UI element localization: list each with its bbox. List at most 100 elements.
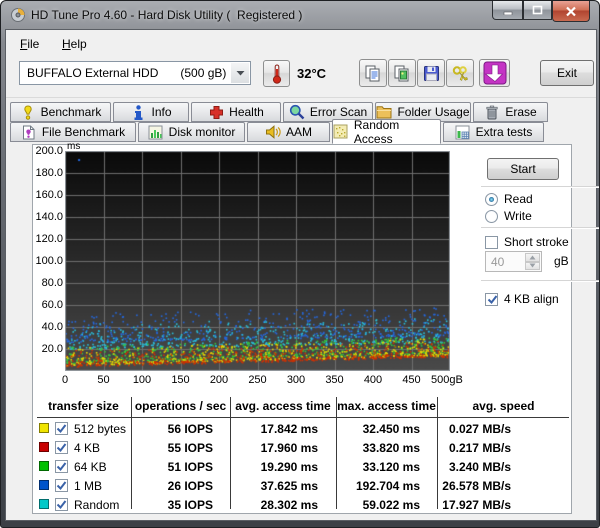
short-stroke-checkbox[interactable]: Short stroke [485, 235, 569, 249]
temperature-button[interactable] [263, 60, 290, 87]
y-tick-label: 40.0 [33, 321, 63, 333]
series-checkbox[interactable] [55, 422, 68, 438]
cell-avg-access: 28.302 ms [230, 498, 318, 512]
cell-avg-speed: 26.578 MB/s [437, 479, 511, 493]
x-tick-label: 450 [393, 374, 431, 386]
cell-avg-access: 37.625 ms [230, 479, 318, 493]
extra-tests-icon [455, 124, 471, 140]
cell-max-access: 192.704 ms [336, 479, 420, 493]
series-label: 4 KB [74, 441, 100, 455]
maximize-icon [532, 5, 543, 15]
spinner-up-button[interactable] [525, 253, 540, 262]
speaker-icon [265, 124, 281, 140]
series-label: 64 KB [74, 460, 107, 474]
tab-health[interactable]: Health [191, 102, 281, 122]
stroke-size-spinner[interactable]: 40 [485, 251, 542, 272]
tab-disk-monitor[interactable]: Disk monitor [138, 122, 245, 142]
cell-avg-access: 17.842 ms [230, 422, 318, 436]
series-checkbox[interactable] [55, 441, 68, 457]
series-label: Random [74, 498, 119, 512]
start-button[interactable]: Start [487, 158, 559, 180]
keys-button[interactable] [446, 59, 474, 87]
access-time-chart [65, 151, 450, 371]
keys-icon [451, 65, 470, 82]
short-stroke-label: Short stroke [504, 235, 569, 249]
tab-info[interactable]: Info [113, 102, 189, 122]
checkbox-unchecked-icon [485, 236, 498, 249]
series-checkbox[interactable] [55, 460, 68, 476]
health-cross-icon [208, 104, 224, 120]
divider [481, 280, 600, 282]
tab-erase[interactable]: Erase [473, 102, 548, 122]
y-tick-label: 160.0 [33, 189, 63, 201]
menu-help[interactable]: Help [56, 35, 93, 53]
series-checkbox[interactable] [55, 479, 68, 495]
align-label: 4 KB align [504, 292, 559, 306]
tab-label: Health [229, 105, 264, 119]
close-button[interactable] [552, 1, 590, 22]
cell-avg-speed: 3.240 MB/s [437, 460, 511, 474]
series-color-swatch [39, 480, 49, 490]
cell-operations: 56 IOPS [131, 422, 213, 436]
spinner-arrows [525, 253, 540, 270]
benchmark-icon [20, 104, 36, 120]
table-row: 512 bytes56 IOPS17.842 ms32.450 ms0.027 … [33, 420, 573, 439]
exit-label: Exit [557, 66, 577, 80]
spinner-down-button[interactable] [525, 262, 540, 271]
tab-label: Erase [505, 105, 536, 119]
y-tick-label: 140.0 [33, 211, 63, 223]
title-bar[interactable]: HD Tune Pro 4.60 - Hard Disk Utility ( R… [1, 1, 600, 29]
divider [481, 186, 600, 188]
chevron-down-icon [231, 63, 249, 83]
menu-file[interactable]: File [14, 35, 45, 53]
tab-extra-tests[interactable]: Extra tests [443, 122, 544, 142]
copy-text-button[interactable] [359, 59, 387, 87]
y-tick-label: 120.0 [33, 233, 63, 245]
tab-aam[interactable]: AAM [247, 122, 330, 142]
series-color-swatch [39, 499, 49, 509]
cell-max-access: 59.022 ms [336, 498, 420, 512]
start-label: Start [510, 162, 535, 176]
table-header-5: avg. speed [437, 399, 570, 413]
maximize-button[interactable] [523, 1, 552, 20]
cell-operations: 51 IOPS [131, 460, 213, 474]
cell-max-access: 32.450 ms [336, 422, 420, 436]
cell-operations: 26 IOPS [131, 479, 213, 493]
cell-avg-access: 19.290 ms [230, 460, 318, 474]
menu-bar: File Help [6, 30, 596, 56]
x-tick-label: 150 [162, 374, 200, 386]
file-benchmark-icon [21, 124, 37, 140]
tab-label: Random Access [354, 118, 440, 146]
cell-avg-access: 17.960 ms [230, 441, 318, 455]
temperature-value: 32°C [297, 66, 326, 81]
table-row: 1 MB26 IOPS37.625 ms192.704 ms26.578 MB/… [33, 477, 573, 496]
tab-label: AAM [286, 125, 312, 139]
drive-dropdown[interactable]: BUFFALO External HDD (500 gB) [19, 61, 251, 85]
tab-label: File Benchmark [42, 125, 125, 139]
drive-capacity: (500 gB) [180, 66, 226, 80]
read-radio[interactable]: Read [485, 192, 533, 206]
trash-icon [484, 104, 500, 120]
write-radio[interactable]: Write [485, 209, 532, 223]
series-checkbox[interactable] [55, 498, 68, 514]
minimize-button[interactable] [492, 1, 523, 20]
copy-image-icon [393, 64, 411, 82]
x-tick-label: 250 [239, 374, 277, 386]
cell-operations: 35 IOPS [131, 498, 213, 512]
tab-file-benchmark[interactable]: File Benchmark [10, 122, 136, 142]
save-icon [423, 65, 440, 82]
x-tick-label: 350 [316, 374, 354, 386]
table-header-rule [37, 417, 569, 418]
info-icon [130, 104, 146, 120]
x-tick-label: 300 [277, 374, 315, 386]
download-button[interactable] [479, 59, 510, 87]
tab-random-access[interactable]: Random Access [332, 119, 441, 144]
copy-image-button[interactable] [388, 59, 416, 87]
x-tick-label: 50 [85, 374, 123, 386]
tab-benchmark[interactable]: Benchmark [10, 102, 111, 122]
series-color-swatch [39, 461, 49, 471]
exit-button[interactable]: Exit [540, 60, 594, 86]
save-button[interactable] [417, 59, 445, 87]
thermometer-icon [272, 64, 282, 84]
align-checkbox[interactable]: 4 KB align [485, 292, 559, 306]
